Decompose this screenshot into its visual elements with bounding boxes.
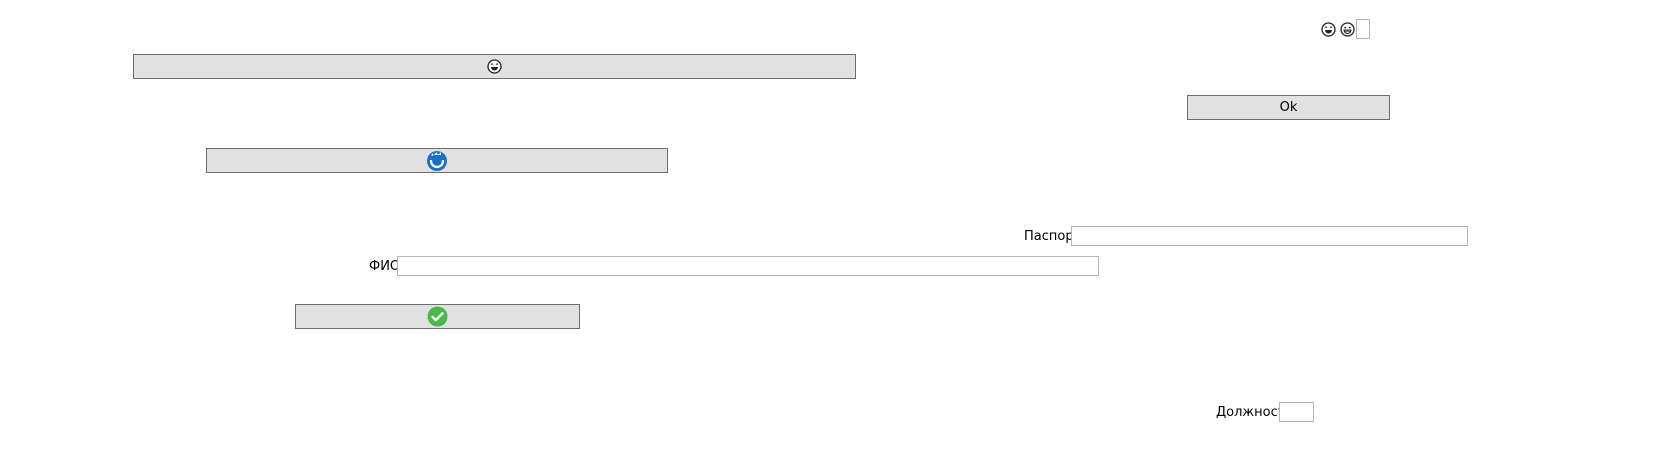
- ok-button[interactable]: Ok: [1187, 95, 1390, 120]
- ok-button-label: Ok: [1279, 99, 1298, 115]
- fio-input[interactable]: [397, 256, 1099, 276]
- top-right-small-box[interactable]: [1356, 19, 1370, 39]
- green-check-icon: [427, 306, 448, 327]
- confirm-button[interactable]: [295, 304, 580, 329]
- passport-input[interactable]: [1071, 226, 1468, 246]
- top-right-icon-2: [1340, 22, 1355, 37]
- grinning-face-icon: [1340, 22, 1355, 37]
- crying-laughing-face-icon: [1321, 22, 1336, 37]
- refresh-button[interactable]: [206, 148, 668, 173]
- top-right-icon-1: [1321, 22, 1336, 37]
- fio-label: ФИО: [369, 259, 401, 274]
- emoji-button[interactable]: [133, 54, 856, 79]
- crying-laughing-face-icon: [487, 59, 502, 74]
- refresh-icon: [427, 150, 447, 171]
- position-input[interactable]: [1279, 402, 1314, 422]
